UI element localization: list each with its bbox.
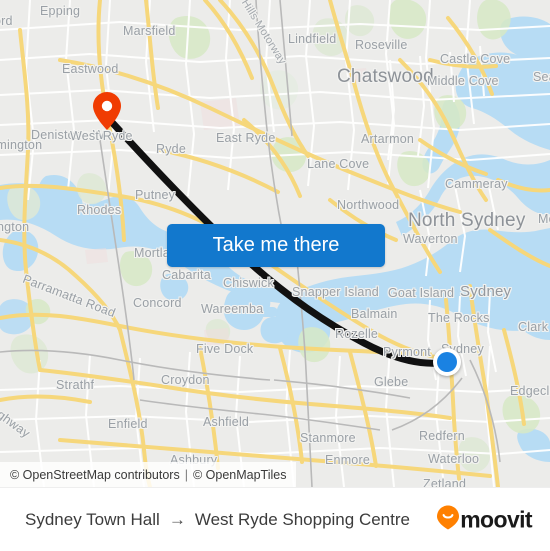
trip-footer-bar: Sydney Town Hall → West Ryde Shopping Ce… <box>0 487 550 551</box>
moovit-wordmark: moovit <box>460 506 532 532</box>
origin-dot-inner <box>437 352 457 372</box>
take-me-there-button[interactable]: Take me there <box>167 224 385 267</box>
moovit-logo[interactable]: moovit <box>437 505 533 534</box>
moovit-pin-icon <box>437 505 460 534</box>
arrow-right-icon: → <box>168 509 186 529</box>
trip-summary: Sydney Town Hall → West Ryde Shopping Ce… <box>25 510 410 530</box>
attribution-openmaptiles[interactable]: © OpenMapTiles <box>193 468 287 482</box>
attribution-osm[interactable]: © OpenStreetMap contributors <box>10 468 180 482</box>
trip-origin-label: Sydney Town Hall <box>25 509 160 529</box>
map-attribution: © OpenStreetMap contributors | © OpenMap… <box>0 462 297 487</box>
attribution-separator: | <box>184 467 188 482</box>
destination-pin-marker[interactable] <box>93 92 121 130</box>
trip-destination-label: West Ryde Shopping Centre <box>194 509 410 529</box>
map-canvas[interactable]: EppingordMarsfieldM2 Hills MotorwayLindf… <box>0 0 550 487</box>
origin-location-dot[interactable] <box>433 348 461 376</box>
moovit-trip-map-screen: EppingordMarsfieldM2 Hills MotorwayLindf… <box>0 0 550 551</box>
